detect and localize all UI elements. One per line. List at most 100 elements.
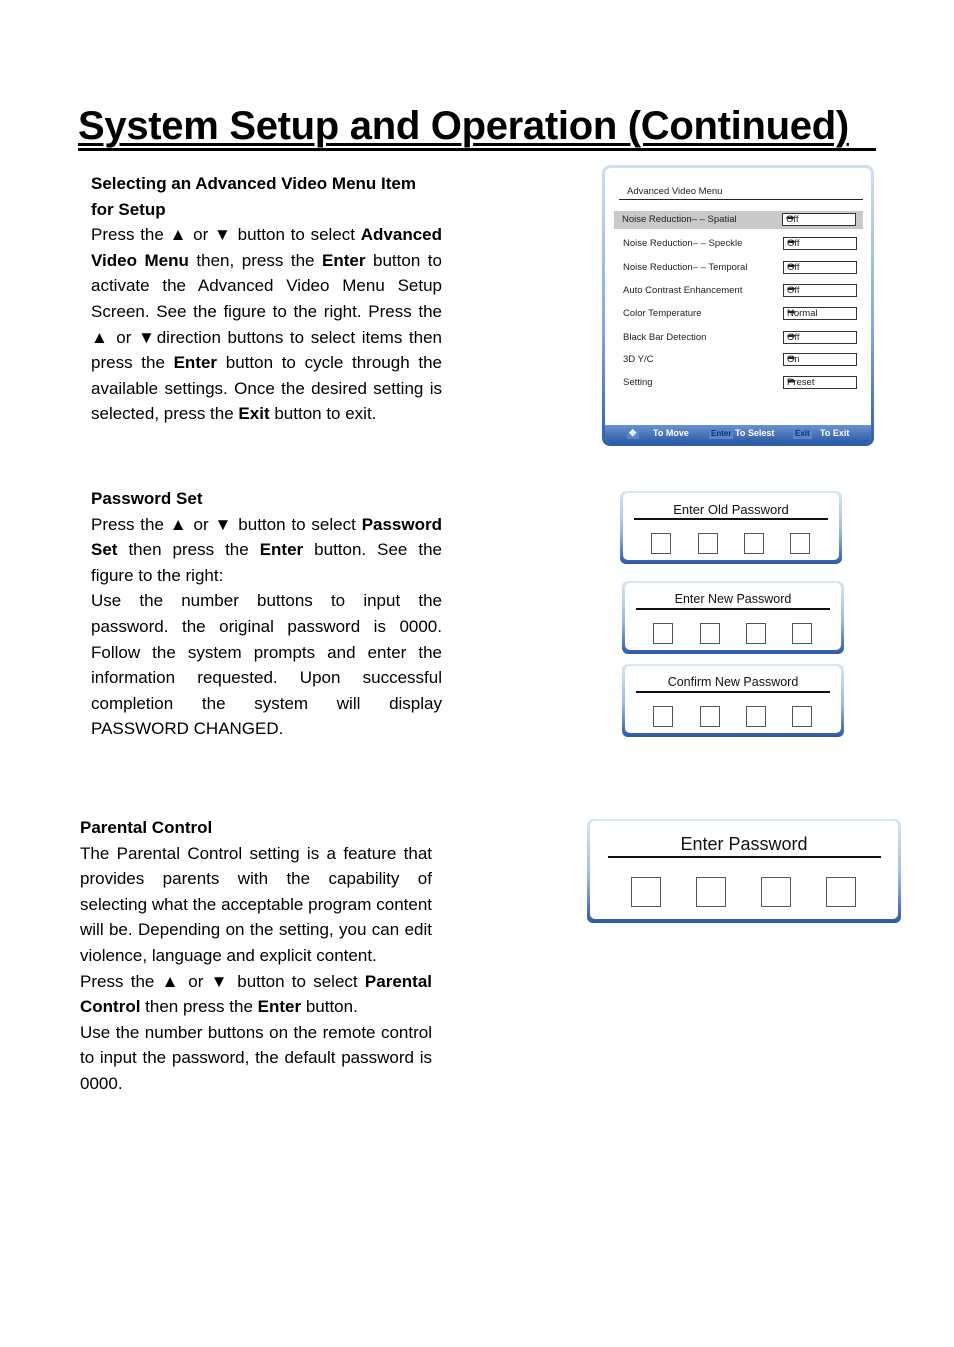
move-hint: To Move	[653, 428, 689, 438]
password-set-body-2: Use the number buttons to input the pass…	[91, 591, 442, 739]
dialog-title: Enter Password	[680, 834, 808, 854]
menu-item-value[interactable]: Off ➡	[783, 284, 857, 297]
right-arrow-icon: ➡	[787, 307, 796, 318]
right-arrow-icon: ➡	[787, 331, 796, 342]
password-digit-2[interactable]	[700, 706, 720, 727]
enter-key-icon: Enter	[709, 428, 734, 439]
dialog-divider	[636, 608, 830, 610]
password-set-section: Password Set Press the ▲ or ▼ button to …	[91, 486, 442, 742]
dialog-title: Confirm New Password	[667, 675, 799, 689]
password-digit-3[interactable]	[761, 877, 791, 907]
password-digit-4[interactable]	[790, 533, 810, 554]
down-arrow-icon: ▼	[214, 225, 232, 245]
menu-item-label: Auto Contrast Enhancement	[623, 285, 743, 296]
parental-control-heading: Parental Control	[80, 818, 213, 837]
parental-control-body-3: Use the number buttons on the remote con…	[80, 1022, 432, 1093]
menu-item-value[interactable]: Off ➡	[783, 331, 857, 344]
password-digit-2[interactable]	[698, 533, 718, 554]
menu-item[interactable]: Auto Contrast Enhancement Off ➡	[615, 282, 861, 300]
up-arrow-icon: ▲	[169, 225, 188, 245]
dialog-title: Enter New Password	[674, 592, 792, 606]
menu-item-label: Noise Reduction– – Temporal	[623, 262, 748, 273]
menu-item[interactable]: Black Bar Detection Off ➡	[615, 329, 861, 347]
dialog-divider	[636, 691, 830, 693]
right-arrow-icon: ➡	[787, 261, 796, 272]
enter-password-dialog: Enter Password	[587, 819, 901, 923]
term-exit: Exit	[238, 404, 270, 424]
password-digit-1[interactable]	[651, 533, 671, 554]
body-text: then press the	[140, 997, 258, 1017]
body-text: or	[187, 225, 215, 245]
enter-new-password-dialog: Enter New Password	[622, 581, 844, 654]
menu-item-label: Noise Reduction– – Spatial	[622, 214, 737, 225]
dialog-divider	[608, 856, 881, 858]
advanced-video-heading-2: for Setup	[91, 199, 166, 219]
title-divider	[78, 148, 876, 151]
body-text: button to select	[231, 225, 355, 245]
password-set-heading: Password Set	[91, 489, 203, 508]
move-arrows-icon: ✥	[627, 428, 639, 439]
password-digit-4[interactable]	[826, 877, 856, 907]
menu-item[interactable]: Noise Reduction– – Spatial Off ➡	[614, 211, 863, 229]
password-digit-3[interactable]	[746, 623, 766, 644]
body-text: then press the	[117, 540, 260, 560]
right-arrow-icon: ➡	[787, 353, 796, 364]
password-set-body-1: Press the ▲ or ▼ button to select Passwo…	[91, 512, 442, 589]
password-digit-3[interactable]	[744, 533, 764, 554]
dialog-title: Enter Old Password	[673, 502, 789, 517]
term-enter: Enter	[259, 540, 304, 560]
confirm-new-password-dialog: Confirm New Password	[622, 664, 844, 737]
enter-old-password-dialog: Enter Old Password	[620, 491, 842, 564]
password-digit-1[interactable]	[653, 706, 673, 727]
exit-hint: To Exit	[820, 428, 850, 438]
exit-key-icon: Exit	[793, 428, 812, 439]
advanced-video-body: Press the ▲ or ▼ button to select Advanc…	[91, 222, 442, 427]
password-digit-1[interactable]	[653, 623, 673, 644]
menu-item-label: Noise Reduction– – Speckle	[623, 238, 743, 249]
menu-item-value[interactable]: On ➡	[783, 353, 857, 366]
dialog-divider	[634, 518, 828, 520]
body-text: button to exit.	[269, 404, 377, 424]
term-enter: Enter	[322, 250, 366, 270]
right-arrow-icon: ➡	[786, 213, 795, 224]
parental-control-section: Parental Control The Parental Control se…	[80, 815, 432, 1097]
right-arrow-icon: ➡	[787, 237, 796, 248]
password-digit-3[interactable]	[746, 706, 766, 727]
right-arrow-icon: ➡	[787, 376, 796, 387]
parental-control-body-1: The Parental Control setting is a featur…	[80, 843, 432, 965]
password-digit-1[interactable]	[631, 877, 661, 907]
password-digit-4[interactable]	[792, 706, 812, 727]
select-hint: To Selest	[735, 428, 775, 438]
menu-item-value[interactable]: Off ➡	[783, 261, 857, 274]
osd-menu-title: Advanced Video Menu	[627, 186, 723, 197]
menu-item-value[interactable]: Preset ➡	[783, 376, 857, 389]
page-title: System Setup and Operation (Continued)	[78, 104, 849, 148]
password-digit-2[interactable]	[696, 877, 726, 907]
term-enter: Enter	[257, 997, 302, 1017]
advanced-video-heading-1: Selecting an Advanced Video Menu Item	[91, 174, 416, 193]
advanced-video-section: Selecting an Advanced Video Menu Item fo…	[91, 171, 442, 427]
osd-title-divider	[619, 199, 863, 200]
menu-item[interactable]: 3D Y/C On ➡	[615, 351, 861, 369]
body-text: then, press the	[188, 250, 315, 270]
body-text: Press the	[91, 225, 170, 245]
body-text: Press the ▲ or ▼ button to select	[91, 514, 362, 534]
osd-footer-bar: ✥ To Move Enter To Selest Exit To Exit	[605, 425, 871, 443]
body-text: Press the ▲ or ▼ button to select	[80, 971, 365, 991]
menu-item[interactable]: Noise Reduction– – Temporal Off ➡	[615, 259, 861, 277]
parental-control-body-2: Press the ▲ or ▼ button to select Parent…	[80, 969, 432, 1020]
menu-item-label: 3D Y/C	[623, 354, 654, 365]
menu-item[interactable]: Setting Preset ➡	[615, 374, 861, 392]
menu-item[interactable]: Color Temperature Normal ➡	[615, 305, 861, 323]
menu-item[interactable]: Noise Reduction– – Speckle Off ➡	[615, 235, 861, 253]
password-digit-2[interactable]	[700, 623, 720, 644]
menu-item-label: Black Bar Detection	[623, 332, 707, 343]
menu-item-value[interactable]: Normal ➡	[783, 307, 857, 320]
menu-item-label: Setting	[623, 377, 653, 388]
menu-item-value[interactable]: Off ➡	[783, 237, 857, 250]
right-arrow-icon: ➡	[787, 284, 796, 295]
menu-item-label: Color Temperature	[623, 308, 702, 319]
password-digit-4[interactable]	[792, 623, 812, 644]
term-enter: Enter	[173, 353, 218, 373]
menu-item-value[interactable]: Off ➡	[782, 213, 856, 226]
